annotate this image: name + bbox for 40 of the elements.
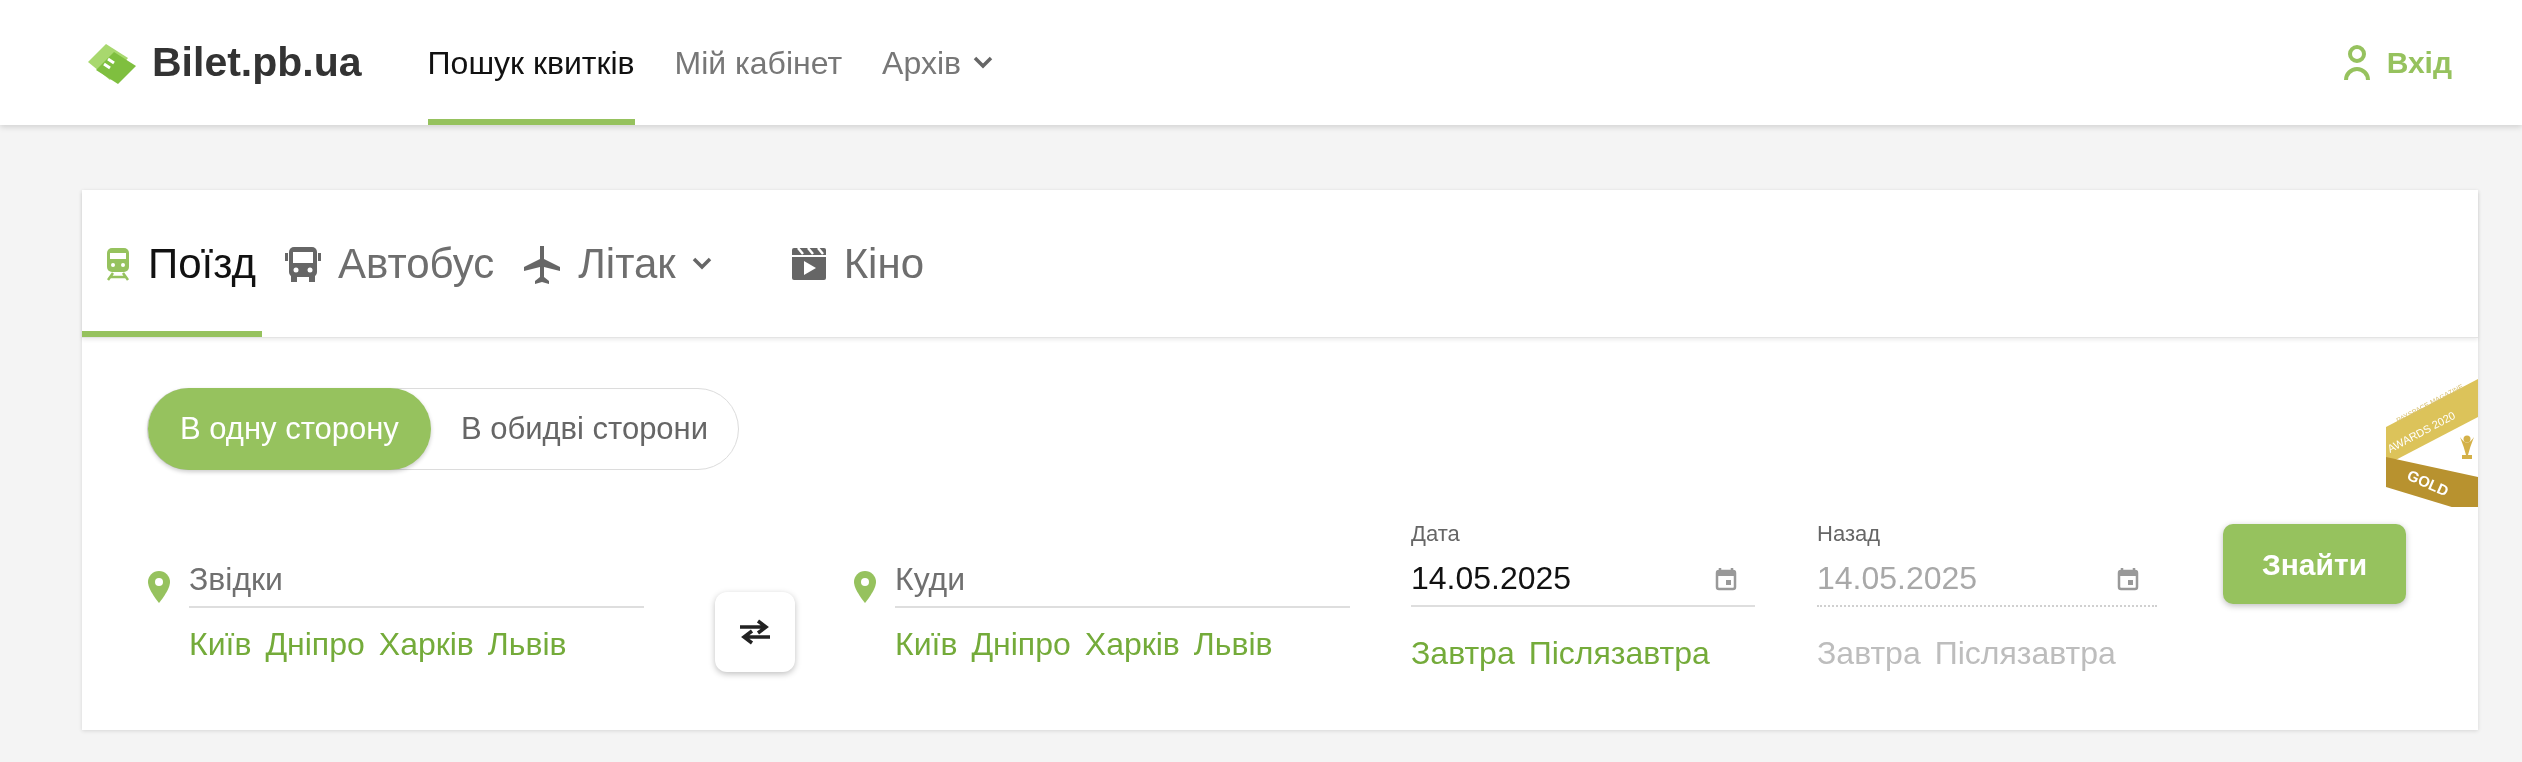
location-pin-icon: [853, 570, 877, 604]
nav-link[interactable]: Мій кабінет: [674, 0, 843, 125]
user-icon: [2342, 43, 2371, 82]
trip-type-toggle[interactable]: В одну сторону: [148, 388, 431, 470]
search-button[interactable]: Знайти: [2223, 524, 2406, 604]
airplane-icon: [522, 243, 563, 284]
badge-text: GOLD: [2404, 466, 2452, 500]
field-label: Назад: [1817, 520, 1882, 548]
trip-type-toggle[interactable]: В обидві сторони: [430, 388, 739, 470]
calendar-icon: [1715, 567, 1737, 591]
site-logo[interactable]: Bilet.pb.ua: [152, 31, 362, 94]
city-suggestion-link[interactable]: Дніпро: [971, 620, 1071, 668]
city-suggestion-link[interactable]: Харків: [1084, 620, 1180, 668]
city-input-field[interactable]: Куди: [895, 552, 1350, 608]
city-suggestion-link[interactable]: Харків: [378, 620, 474, 668]
nav-link[interactable]: Архів: [882, 0, 993, 125]
transport-tab[interactable]: Поїзд: [82, 190, 263, 337]
trophy-icon: [2460, 435, 2474, 459]
date-shortcut-link[interactable]: Завтра: [1411, 629, 1515, 677]
train-icon: [104, 245, 132, 282]
city-suggestion-link[interactable]: Дніпро: [265, 620, 365, 668]
transport-tab[interactable]: Кіно: [767, 190, 930, 337]
city-suggestion-link[interactable]: Київ: [895, 620, 958, 668]
date-input-field[interactable]: 14.05.2025: [1411, 551, 1755, 607]
login-link[interactable]: Вхід: [2342, 0, 2452, 125]
city-suggestion-link[interactable]: Львів: [487, 620, 567, 668]
field-label: Дата: [1411, 520, 1461, 548]
transport-tab[interactable]: Літак: [500, 190, 718, 337]
swap-button[interactable]: [715, 592, 795, 672]
date-shortcut-link[interactable]: Післязавтра: [1528, 629, 1710, 677]
city-suggestion-link[interactable]: Київ: [189, 620, 252, 668]
swap-arrows-icon: [738, 619, 772, 645]
bus-icon: [284, 244, 323, 283]
city-suggestion-link[interactable]: Львів: [1193, 620, 1273, 668]
nav-link[interactable]: Пошук квитків: [427, 0, 635, 125]
location-pin-icon: [147, 570, 171, 604]
city-input-field[interactable]: Звідки: [189, 552, 644, 608]
calendar-icon: [2117, 567, 2139, 591]
film-clapper-icon: [789, 245, 828, 282]
transport-tab[interactable]: Автобус: [262, 190, 501, 337]
